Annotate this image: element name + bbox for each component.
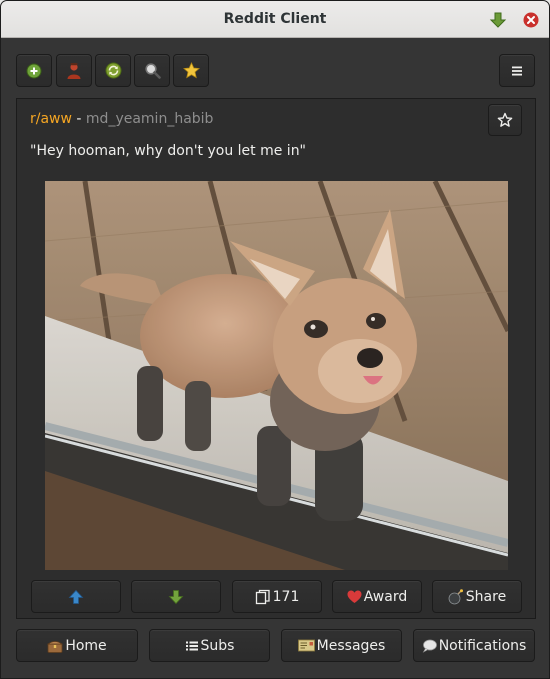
refresh-icon — [105, 62, 121, 79]
bomb-share-icon — [448, 588, 463, 604]
upvote-button[interactable] — [31, 580, 121, 613]
post-meta: r/aww - md_yeamin_habib — [30, 111, 213, 127]
list-icon — [185, 641, 198, 650]
download-button[interactable] — [488, 10, 508, 30]
user-button[interactable] — [56, 54, 92, 87]
add-button[interactable] — [16, 54, 52, 87]
nav-subs-label: Subs — [200, 637, 235, 654]
mail-envelope-icon — [297, 639, 315, 652]
award-button[interactable]: Award — [332, 580, 422, 613]
share-label: Share — [465, 588, 507, 605]
comments-count: 171 — [272, 588, 300, 605]
nav-home-label: Home — [65, 637, 107, 654]
fox-photo-illustration — [45, 181, 508, 570]
home-chest-icon — [47, 640, 64, 653]
heart-icon — [347, 590, 362, 603]
nav-home-button[interactable]: Home — [16, 629, 138, 662]
favorites-button[interactable] — [173, 54, 209, 87]
app-window: Reddit Client r/aww - md_yeamin_habib "H… — [0, 0, 550, 679]
comments-button[interactable]: 171 — [232, 580, 322, 613]
nav-messages-button[interactable]: Messages — [281, 629, 402, 662]
window-title: Reddit Client — [223, 11, 327, 27]
close-button[interactable] — [521, 10, 541, 30]
upvote-arrow-icon — [68, 589, 84, 604]
award-label: Award — [363, 588, 408, 605]
meta-separator: - — [76, 111, 82, 127]
refresh-button[interactable] — [95, 54, 131, 87]
nav-notifications-label: Notifications — [438, 637, 527, 654]
post-card: r/aww - md_yeamin_habib "Hey hooman, why… — [16, 98, 536, 619]
nav-messages-label: Messages — [316, 637, 386, 654]
save-post-button[interactable] — [488, 104, 522, 136]
search-button[interactable] — [134, 54, 170, 87]
author-link[interactable]: md_yeamin_habib — [86, 111, 214, 127]
nav-subs-button[interactable]: Subs — [149, 629, 270, 662]
share-button[interactable]: Share — [432, 580, 522, 613]
speech-bubble-icon — [422, 639, 437, 653]
post-title: "Hey hooman, why don't you let me in" — [30, 143, 307, 159]
star-outline-icon — [497, 112, 513, 127]
main-menu-button[interactable] — [499, 54, 535, 87]
download-arrow-icon — [489, 12, 507, 28]
hamburger-menu-icon — [512, 66, 522, 75]
search-icon — [144, 63, 161, 79]
post-image[interactable] — [45, 181, 508, 570]
title-bar: Reddit Client — [1, 1, 549, 38]
favorites-star-icon — [182, 62, 200, 79]
user-icon — [67, 62, 81, 79]
close-icon — [523, 12, 539, 28]
downvote-button[interactable] — [131, 580, 221, 613]
nav-notifications-button[interactable]: Notifications — [413, 629, 535, 662]
add-icon — [26, 63, 42, 78]
subreddit-link[interactable]: r/aww — [30, 111, 72, 127]
comments-copy-icon — [255, 589, 270, 604]
downvote-arrow-icon — [168, 589, 184, 604]
